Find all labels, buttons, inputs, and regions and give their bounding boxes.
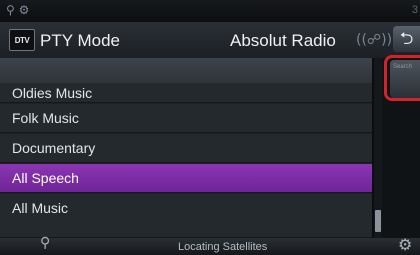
page-title: PTY Mode — [40, 31, 121, 50]
header: DTV PTY Mode Absolut Radio ((☍)) — [0, 22, 420, 59]
list-item-label: Oldies Music — [12, 85, 93, 101]
clock-text: 3 — [411, 4, 418, 16]
status-text: Locating Satellites — [178, 241, 268, 253]
signal-icon: ⚲ ⚙ — [6, 3, 30, 17]
list-item[interactable]: Oldies Music — [0, 83, 372, 103]
station-name: Absolut Radio — [230, 31, 336, 50]
gear-icon[interactable]: ⚙ — [398, 235, 412, 254]
back-button[interactable]: ⮌ — [393, 26, 420, 52]
scrollbar-thumb[interactable] — [375, 210, 381, 232]
list-item[interactable]: Documentary — [0, 134, 372, 163]
highlight-ring — [384, 55, 420, 101]
list-item-label: Folk Music — [12, 110, 79, 126]
list-item[interactable]: Folk Music — [0, 104, 372, 133]
list-item-label: All Music — [12, 200, 69, 216]
antenna-icon: ((☍)) — [356, 32, 393, 48]
list-item[interactable]: All Music — [0, 194, 372, 238]
filter-row — [0, 58, 372, 84]
list-item-label: All Speech — [12, 170, 79, 186]
source-badge: DTV — [9, 29, 35, 51]
list-item-selected[interactable]: All Speech — [0, 164, 372, 193]
pty-list: Oldies Music Folk Music Documentary All … — [0, 58, 372, 238]
status-bar: ⚲ ⚙ 3 — [0, 0, 420, 22]
bottom-bar: ⚲ Locating Satellites ⚙ — [0, 235, 420, 255]
search-list-icon[interactable]: ⚲ — [40, 235, 50, 251]
list-item-label: Documentary — [12, 140, 96, 156]
